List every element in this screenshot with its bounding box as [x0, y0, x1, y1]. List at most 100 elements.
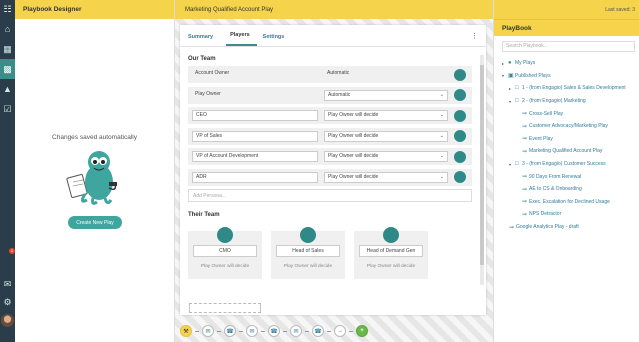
- tree-label: AE to CS & Onboarding: [529, 186, 582, 193]
- tab-summary[interactable]: Summary: [188, 34, 220, 46]
- their-team-card[interactable]: Head of Sales Play Owner will decide: [271, 227, 345, 279]
- create-new-play-button[interactable]: Create New Play: [68, 216, 122, 229]
- team-row: Account Owner Automatic: [188, 66, 472, 83]
- book-icon: ▣: [508, 73, 514, 80]
- their-team-card[interactable]: Head of Demand Gen Play Owner will decid…: [354, 227, 428, 279]
- scrollbar-thumb[interactable]: [480, 65, 484, 265]
- person-icon[interactable]: [454, 109, 466, 122]
- tree-node[interactable]: ▸ ● My Plays: [502, 57, 639, 70]
- tree-node[interactable]: ⇛ NPS Detractor: [502, 208, 639, 221]
- play-icon: ⇛: [509, 224, 515, 231]
- tree-label: Exec. Escalation for Declined Usage: [529, 198, 610, 205]
- tree-node[interactable]: ⇛ Google Analytics Play - draft: [502, 221, 639, 234]
- playbook-search-input[interactable]: Search Playbook...: [502, 41, 635, 52]
- role-input[interactable]: VP of Sales: [192, 130, 318, 142]
- arrow-icon[interactable]: →: [334, 325, 346, 337]
- playbook-icon[interactable]: ▩: [0, 59, 15, 79]
- person-icon[interactable]: [454, 150, 466, 163]
- play-icon: ⇛: [522, 111, 528, 118]
- play-icon: ⇛: [522, 186, 528, 193]
- tree-node[interactable]: ⇛ Marketing Qualified Account Play: [502, 145, 639, 158]
- tree-label: 2 - (from Engagio) Marketing: [522, 98, 586, 105]
- email-icon[interactable]: ✉: [290, 325, 302, 337]
- scrollbar[interactable]: [480, 55, 484, 285]
- connector: [327, 330, 331, 332]
- persona-rule: Play Owner will decide: [200, 264, 250, 269]
- tree-node[interactable]: ⇛ 90 Days From Renewal: [502, 170, 639, 183]
- person-icon[interactable]: [454, 68, 466, 81]
- play-icon: ⇛: [522, 148, 528, 155]
- rule-select[interactable]: Play Owner will decide ⌄: [324, 151, 448, 162]
- connector: [283, 330, 287, 332]
- play-icon: ⇛: [522, 136, 528, 143]
- phone-icon[interactable]: ☎: [312, 325, 324, 337]
- persona-name[interactable]: Head of Sales: [276, 245, 340, 257]
- designer-title: Playbook Designer: [15, 0, 174, 19]
- play-editor: Marketing Qualified Account Play Summary…: [175, 0, 493, 342]
- persona-rule: Play Owner will decide: [283, 264, 333, 269]
- tree-node[interactable]: ⇛ Customer Advocacy/Marketing Play: [502, 120, 639, 133]
- notifications-icon[interactable]: ✉: [0, 274, 15, 294]
- tree-label: NPS Detractor: [529, 211, 562, 218]
- rule-value: Play Owner will decide: [328, 132, 379, 139]
- tree-label: 90 Days From Renewal: [529, 173, 582, 180]
- analytics-icon[interactable]: ▲: [0, 79, 15, 99]
- email-icon[interactable]: ✉: [246, 325, 258, 337]
- role-input[interactable]: ADR: [192, 171, 318, 183]
- tasks-icon[interactable]: ☑: [0, 99, 15, 119]
- chevron-down-icon: ⌄: [439, 153, 444, 159]
- role-input[interactable]: CEO: [192, 110, 318, 121]
- their-team-card[interactable]: CMO Play Owner will decide: [188, 227, 262, 279]
- tree-label: Customer Advocacy/Marketing Play: [529, 123, 608, 130]
- rule-value: Play Owner will decide: [328, 173, 379, 180]
- email-icon[interactable]: ✉: [202, 325, 214, 337]
- role-label: Play Owner: [195, 90, 221, 97]
- add-persona-input[interactable]: Add Persona...: [188, 189, 472, 202]
- tree-node[interactable]: ▾ ▣ Published Plays: [502, 70, 639, 83]
- app-menu-icon[interactable]: ☷: [0, 0, 15, 19]
- rule-select[interactable]: Play Owner will decide ⌄: [324, 110, 448, 121]
- team-row: Play Owner Automatic ⌄: [188, 86, 472, 104]
- phone-icon[interactable]: ☎: [268, 325, 280, 337]
- rule-select[interactable]: Automatic ⌄: [324, 89, 448, 101]
- playbook-title: PlayBook: [494, 19, 639, 36]
- person-icon[interactable]: [454, 130, 466, 142]
- tree-node[interactable]: ⇛ AE to CS & Onboarding: [502, 183, 639, 196]
- wrench-icon[interactable]: ⚒: [180, 325, 192, 337]
- tab-bar: Summary Players Settings ⋮: [180, 25, 486, 47]
- tree-node[interactable]: ▾ □ 2 - (from Engagio) Marketing: [502, 95, 639, 108]
- tree-node[interactable]: ⇛ Exec. Escalation for Declined Usage: [502, 196, 639, 209]
- tree-label: Google Analytics Play - draft: [516, 224, 579, 231]
- settings-gear-icon[interactable]: ⚙: [0, 292, 15, 312]
- add-persona-placeholder[interactable]: [189, 303, 261, 313]
- role-input[interactable]: VP of Account Development: [192, 151, 318, 162]
- person-icon[interactable]: [454, 89, 466, 101]
- tab-settings[interactable]: Settings: [263, 34, 292, 46]
- playbook-panel: Last saved: 3 PlayBook Search Playbook..…: [493, 0, 639, 342]
- tree-node[interactable]: ⇛ Event Play: [502, 133, 639, 146]
- phone-icon[interactable]: ☎: [224, 325, 236, 337]
- home-icon[interactable]: ⌂: [0, 19, 15, 39]
- person-icon[interactable]: [454, 171, 466, 183]
- plus-icon[interactable]: +: [356, 325, 368, 337]
- tab-players[interactable]: Players: [226, 32, 257, 46]
- play-icon: ⇛: [522, 174, 528, 181]
- tree-node[interactable]: ⇛ Cross-Sell Play: [502, 107, 639, 120]
- rule-value: Automatic: [328, 91, 351, 98]
- chevron-down-icon: ⌄: [439, 112, 444, 118]
- tree-node[interactable]: ▾ □ 3 - (from Engagio) Customer Success: [502, 158, 639, 171]
- connector: [239, 330, 243, 332]
- chevron-down-icon: ⌄: [439, 91, 444, 98]
- rule-value: Play Owner will decide: [328, 112, 379, 118]
- tree-node[interactable]: ▸ □ 1 - (from Engagio) Sales & Sales Devel…: [502, 82, 639, 95]
- accounts-icon[interactable]: ▦: [0, 39, 15, 59]
- folder-icon: □: [515, 161, 519, 168]
- persona-name[interactable]: Head of Demand Gen: [359, 245, 423, 257]
- more-options-icon[interactable]: ⋮: [471, 32, 478, 40]
- persona-name[interactable]: CMO: [193, 245, 257, 257]
- user-avatar[interactable]: [1, 314, 14, 327]
- persona-rule: Play Owner will decide: [366, 264, 416, 269]
- rule-select[interactable]: Play Owner will decide ⌄: [324, 130, 448, 142]
- connector: [349, 330, 353, 332]
- rule-select[interactable]: Play Owner will decide ⌄: [324, 171, 448, 183]
